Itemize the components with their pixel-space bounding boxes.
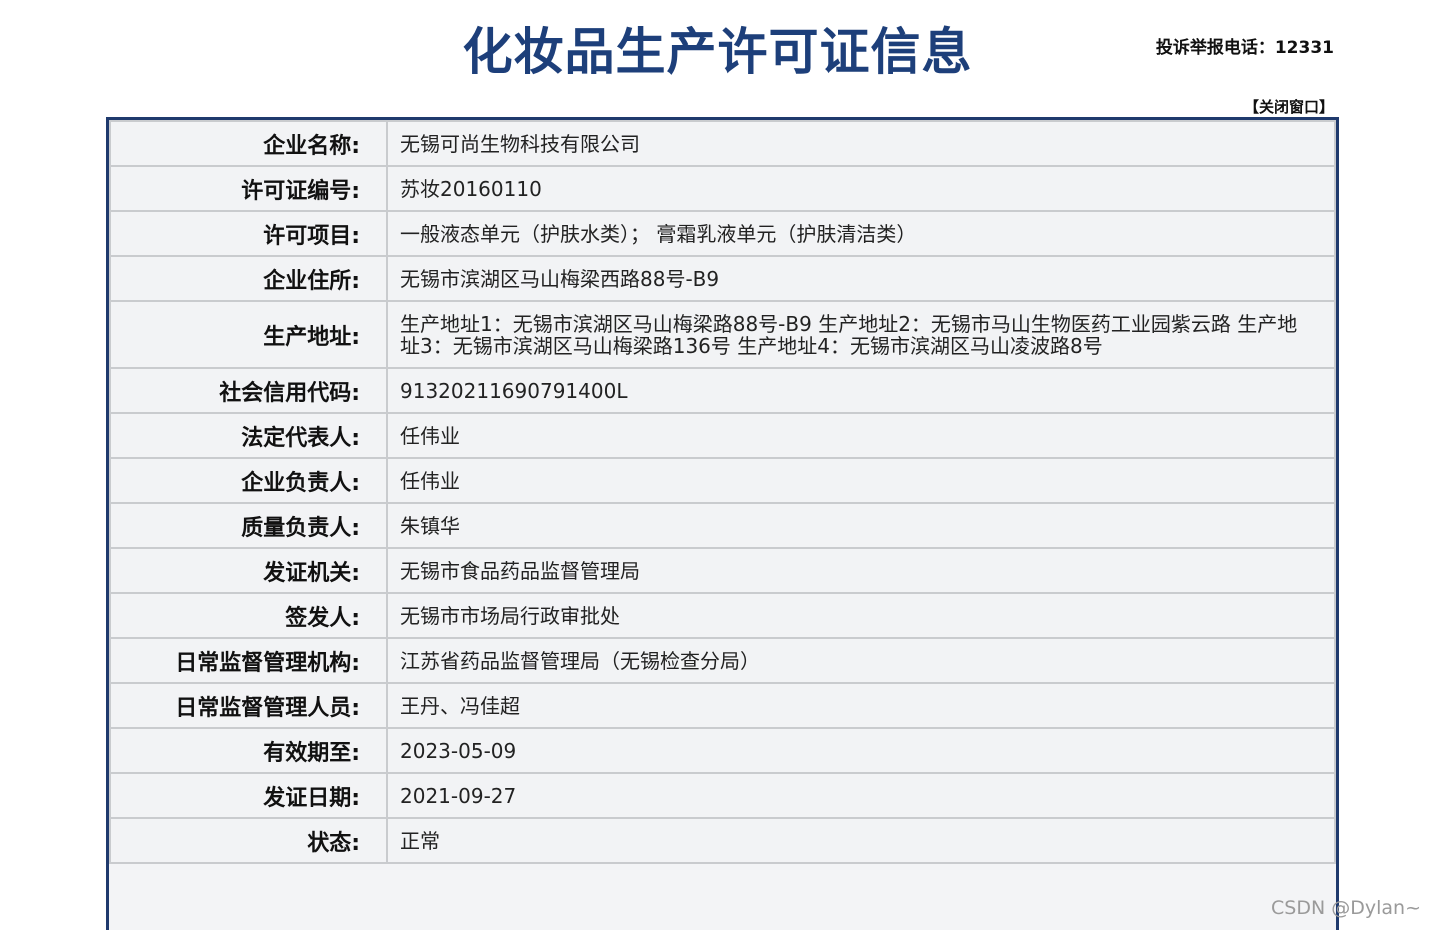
field-label-company-address: 企业住所:	[109, 255, 388, 302]
close-window-link[interactable]: 【关闭窗口】	[1244, 96, 1334, 117]
table-row: 日常监督管理人员: 王丹、冯佳超	[109, 682, 1336, 729]
field-label-quality-principal: 质量负责人:	[109, 502, 388, 549]
field-label-supervision-staff: 日常监督管理人员:	[109, 682, 388, 729]
field-value-issue-date: 2021-09-27	[386, 772, 1336, 819]
field-value-credit-code: 91320211690791400L	[386, 367, 1336, 414]
field-value-production-address: 生产地址1：无锡市滨湖区马山梅梁路88号-B9 生产地址2：无锡市马山生物医药工…	[386, 300, 1336, 369]
field-label-company-name: 企业名称:	[109, 120, 388, 167]
field-label-valid-until: 有效期至:	[109, 727, 388, 774]
table-row: 发证日期: 2021-09-27	[109, 772, 1336, 819]
license-info-table: 企业名称: 无锡可尚生物科技有限公司 许可证编号: 苏妆20160110 许可项…	[106, 117, 1339, 930]
field-value-company-principal: 任伟业	[386, 457, 1336, 504]
field-value-valid-until: 2023-05-09	[386, 727, 1336, 774]
watermark: CSDN @Dylan~	[1271, 897, 1421, 919]
field-value-license-number: 苏妆20160110	[386, 165, 1336, 212]
table-row: 法定代表人: 任伟业	[109, 412, 1336, 459]
table-row: 许可证编号: 苏妆20160110	[109, 165, 1336, 212]
table-row: 企业负责人: 任伟业	[109, 457, 1336, 504]
field-label-company-principal: 企业负责人:	[109, 457, 388, 504]
table-row: 签发人: 无锡市市场局行政审批处	[109, 592, 1336, 639]
field-value-company-name: 无锡可尚生物科技有限公司	[386, 120, 1336, 167]
field-value-issuer: 无锡市市场局行政审批处	[386, 592, 1336, 639]
license-info-page: 化妆品生产许可证信息 投诉举报电话：12331 【关闭窗口】 企业名称: 无锡可…	[0, 0, 1435, 930]
field-value-legal-representative: 任伟业	[386, 412, 1336, 459]
field-value-company-address: 无锡市滨湖区马山梅梁西路88号-B9	[386, 255, 1336, 302]
field-value-license-items: 一般液态单元（护肤水类）； 膏霜乳液单元（护肤清洁类）	[386, 210, 1336, 257]
table-row: 许可项目: 一般液态单元（护肤水类）； 膏霜乳液单元（护肤清洁类）	[109, 210, 1336, 257]
field-label-legal-representative: 法定代表人:	[109, 412, 388, 459]
table-row: 状态: 正常	[109, 817, 1336, 864]
field-label-supervision-agency: 日常监督管理机构:	[109, 637, 388, 684]
field-label-license-number: 许可证编号:	[109, 165, 388, 212]
field-value-status: 正常	[386, 817, 1336, 864]
field-value-supervision-agency: 江苏省药品监督管理局（无锡检查分局）	[386, 637, 1336, 684]
table-row: 社会信用代码: 91320211690791400L	[109, 367, 1336, 414]
table-row: 企业名称: 无锡可尚生物科技有限公司	[109, 120, 1336, 167]
table-row: 生产地址: 生产地址1：无锡市滨湖区马山梅梁路88号-B9 生产地址2：无锡市马…	[109, 300, 1336, 369]
field-label-issuer: 签发人:	[109, 592, 388, 639]
field-value-issuing-authority: 无锡市食品药品监督管理局	[386, 547, 1336, 594]
field-label-issue-date: 发证日期:	[109, 772, 388, 819]
field-value-supervision-staff: 王丹、冯佳超	[386, 682, 1336, 729]
field-label-issuing-authority: 发证机关:	[109, 547, 388, 594]
field-label-status: 状态:	[109, 817, 388, 864]
table-row: 质量负责人: 朱镇华	[109, 502, 1336, 549]
field-label-credit-code: 社会信用代码:	[109, 367, 388, 414]
complaint-hotline: 投诉举报电话：12331	[1155, 38, 1334, 58]
table-row: 发证机关: 无锡市食品药品监督管理局	[109, 547, 1336, 594]
table-row: 日常监督管理机构: 江苏省药品监督管理局（无锡检查分局）	[109, 637, 1336, 684]
field-label-production-address: 生产地址:	[109, 300, 388, 369]
table-row: 有效期至: 2023-05-09	[109, 727, 1336, 774]
field-label-license-items: 许可项目:	[109, 210, 388, 257]
field-value-quality-principal: 朱镇华	[386, 502, 1336, 549]
table-row: 企业住所: 无锡市滨湖区马山梅梁西路88号-B9	[109, 255, 1336, 302]
